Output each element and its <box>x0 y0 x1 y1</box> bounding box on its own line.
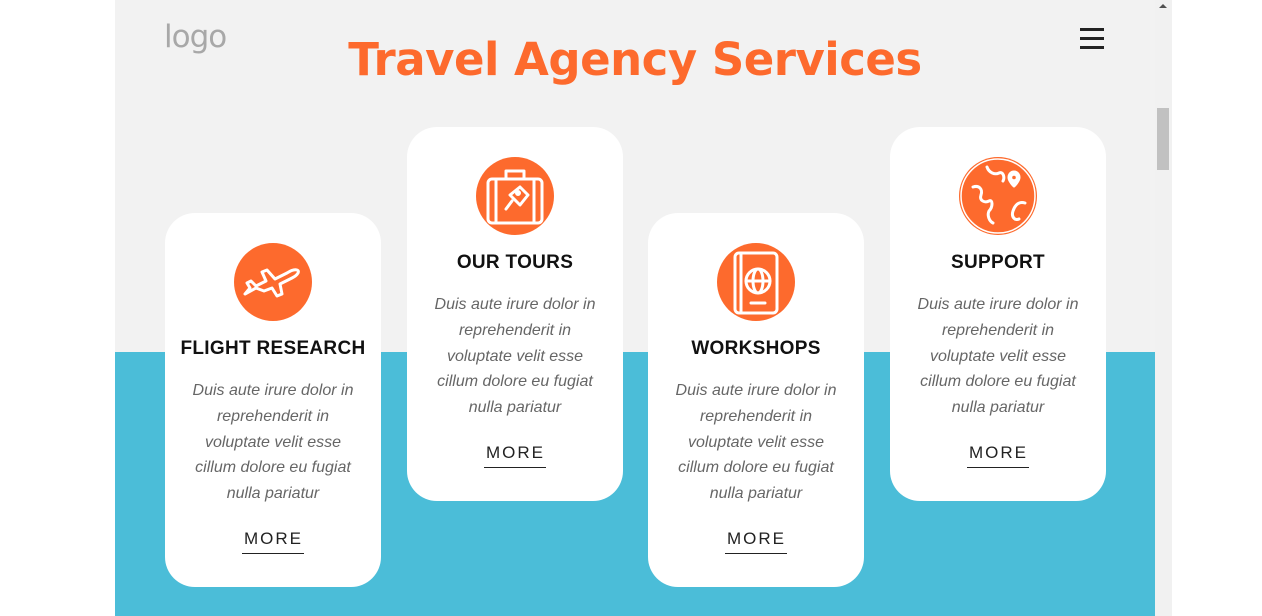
card-description: Duis aute irure dolor in reprehenderit i… <box>192 382 354 503</box>
airplane-icon <box>234 243 312 321</box>
card-title: SUPPORT <box>951 252 1045 273</box>
hamburger-menu-icon[interactable] <box>1078 26 1108 52</box>
page: logo Travel Agency Services FLIGHT RESEA… <box>115 0 1155 616</box>
card-description: Duis aute irure dolor in reprehenderit i… <box>434 296 596 417</box>
more-link[interactable]: MORE <box>484 442 546 468</box>
card-our-tours: OUR TOURS Duis aute irure dolor in repre… <box>407 127 623 501</box>
more-link[interactable]: MORE <box>725 528 787 554</box>
card-support: SUPPORT Duis aute irure dolor in reprehe… <box>890 127 1106 501</box>
card-title: OUR TOURS <box>456 252 574 273</box>
more-link[interactable]: MORE <box>242 528 304 554</box>
globe-pin-icon <box>959 157 1037 235</box>
more-link[interactable]: MORE <box>967 442 1029 468</box>
vertical-scrollbar[interactable] <box>1155 0 1172 616</box>
card-title: WORKSHOPS <box>691 338 821 359</box>
passport-icon <box>717 243 795 321</box>
card-workshops: WORKSHOPS Duis aute irure dolor in repre… <box>648 213 864 587</box>
card-description: Duis aute irure dolor in reprehenderit i… <box>675 382 837 503</box>
suitcase-icon <box>476 157 554 235</box>
page-title: Travel Agency Services <box>348 33 922 86</box>
card-description: Duis aute irure dolor in reprehenderit i… <box>917 296 1079 417</box>
scroll-up-arrow-icon[interactable] <box>1159 4 1167 8</box>
card-title: FLIGHT RESEARCH <box>180 338 366 359</box>
scrollbar-thumb[interactable] <box>1157 108 1169 170</box>
card-flight-research: FLIGHT RESEARCH Duis aute irure dolor in… <box>165 213 381 587</box>
